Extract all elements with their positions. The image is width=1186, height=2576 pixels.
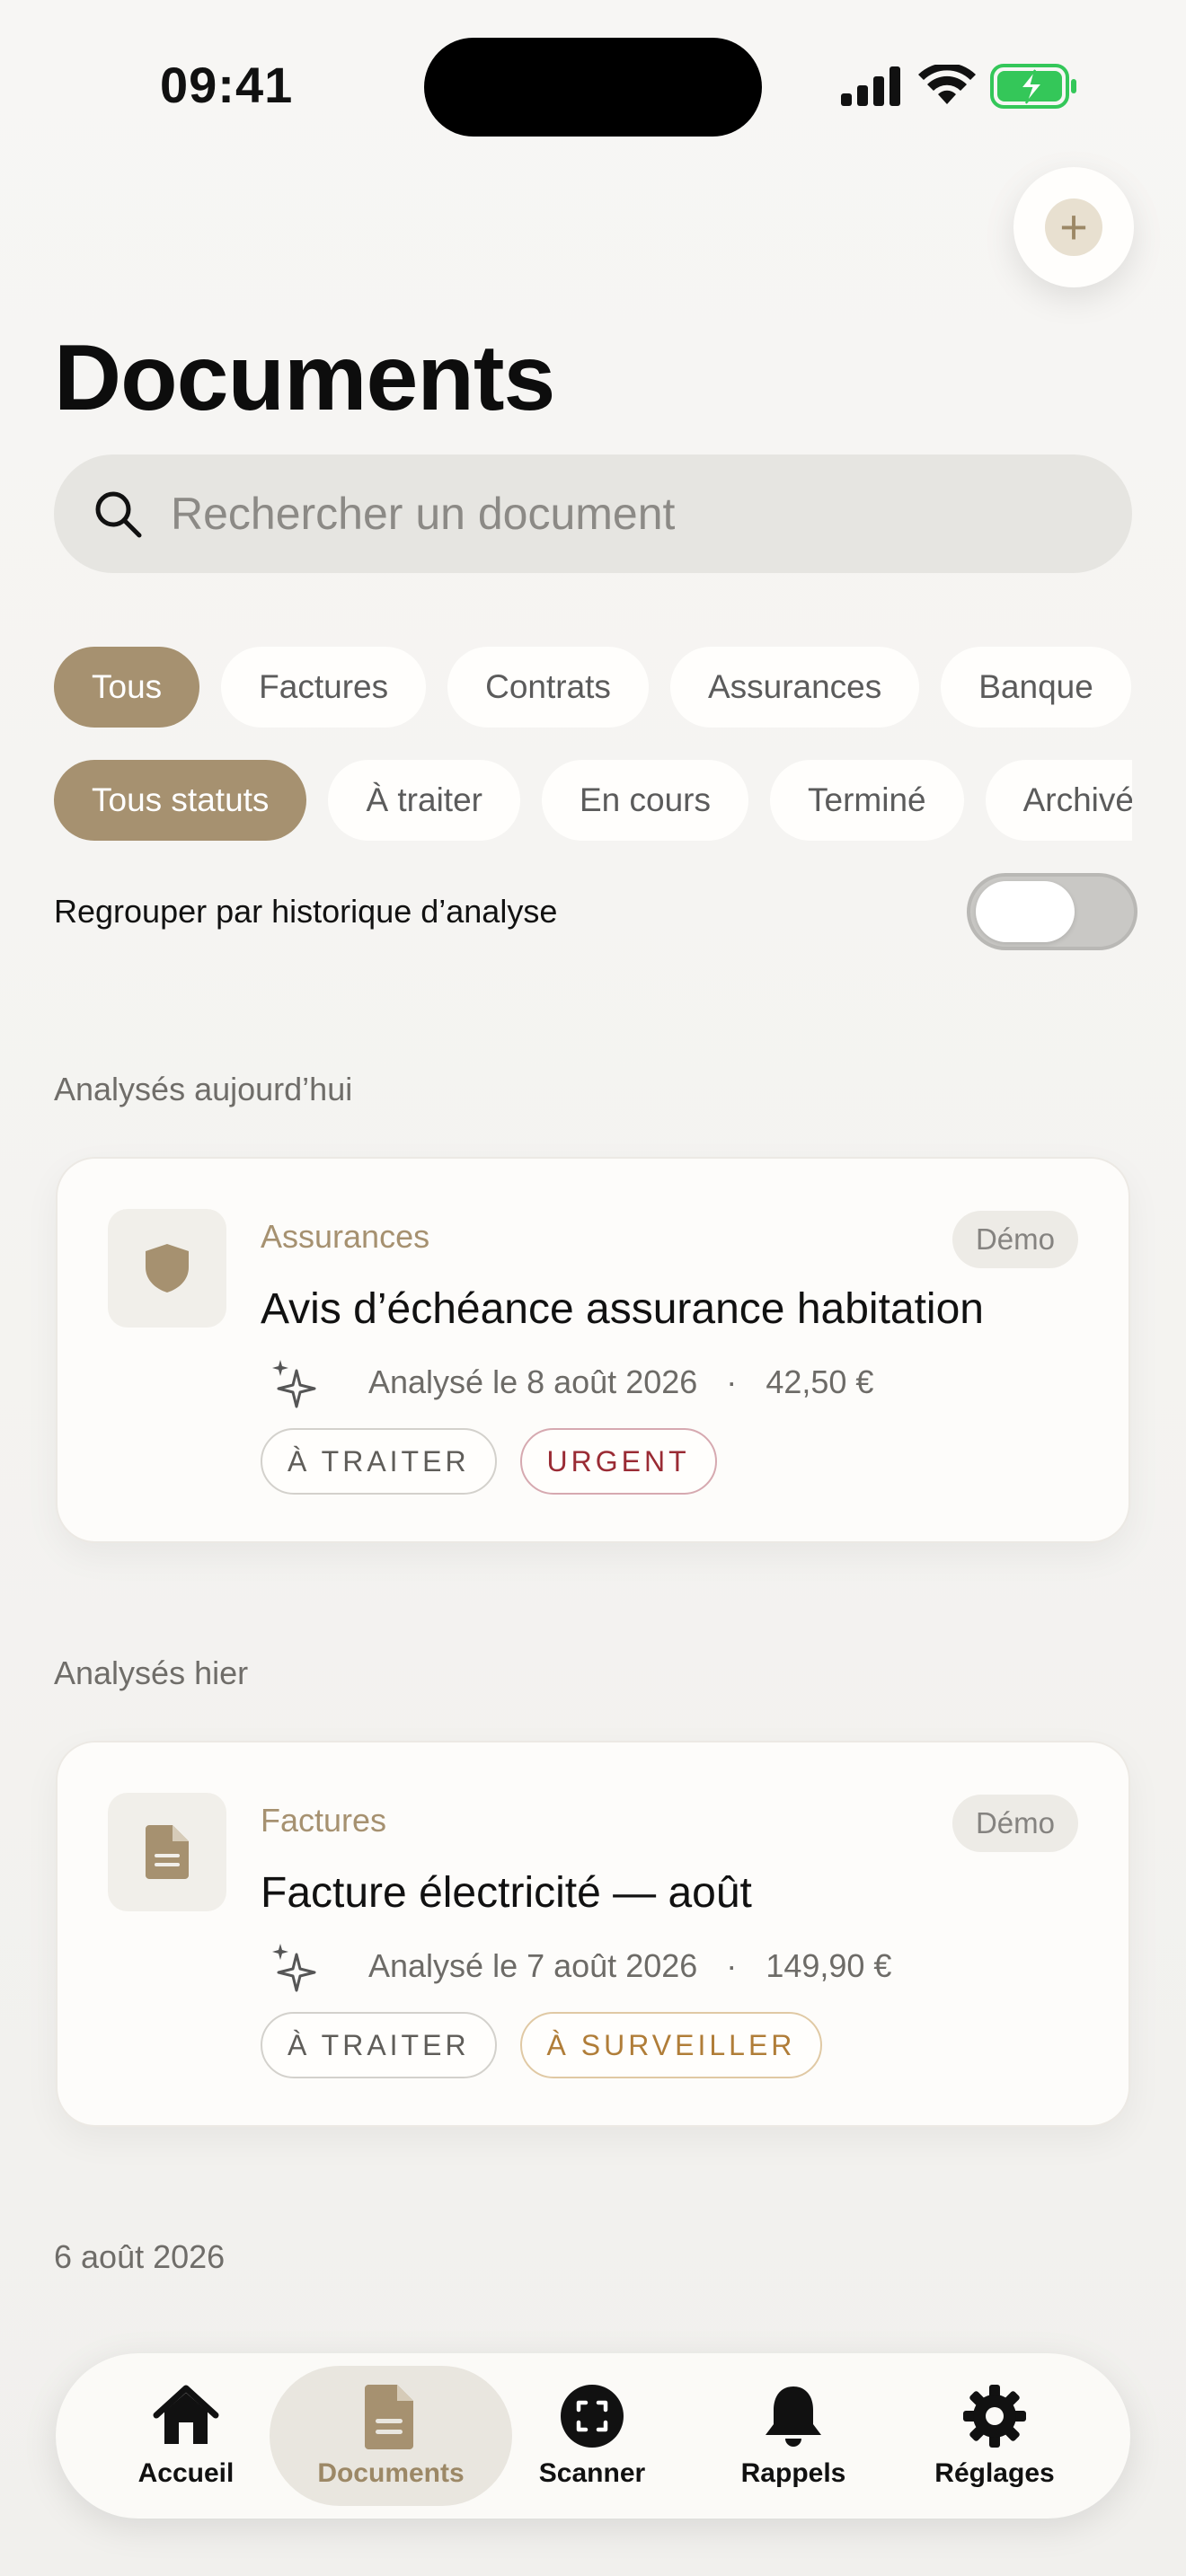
category-filter-row: Tous Factures Contrats Assurances Banque — [54, 647, 1132, 731]
tab-settings[interactable]: Réglages — [891, 2366, 1098, 2506]
chip-category-insurance[interactable]: Assurances — [669, 647, 920, 728]
search-placeholder: Rechercher un document — [171, 489, 676, 539]
chip-category-bank[interactable]: Banque — [941, 647, 1131, 728]
home-icon — [153, 2385, 219, 2444]
document-title: Avis d’échéance assurance habitation — [261, 1285, 984, 1333]
status-filter-row: Tous statuts À traiter En cours Terminé … — [54, 760, 1132, 844]
tab-label: Accueil — [137, 2458, 235, 2488]
toggle-knob — [976, 881, 1075, 942]
meta-separator: · — [726, 1363, 738, 1400]
tab-documents[interactable]: Documents — [270, 2366, 512, 2506]
add-document-button[interactable]: + — [1013, 167, 1134, 287]
shield-icon — [146, 1244, 189, 1292]
scanner-icon — [561, 2385, 624, 2448]
priority-badge: À SURVEILLER — [519, 2012, 823, 2078]
document-meta: Analysé le 7 août 2026 · 149,90 € — [368, 1947, 891, 1985]
gear-icon — [963, 2385, 1026, 2448]
document-card[interactable]: Factures Démo Facture électricité — août… — [56, 1741, 1130, 2127]
group-by-history-toggle[interactable] — [967, 873, 1137, 950]
section-header-yesterday: Analysés hier — [54, 1654, 249, 1691]
status-time: 09:41 — [160, 57, 294, 113]
status-badge: À TRAITER — [261, 1428, 497, 1495]
chip-status-in-progress[interactable]: En cours — [541, 760, 748, 841]
document-tags: À TRAITER URGENT — [261, 1428, 717, 1495]
demo-badge: Démo — [951, 1211, 1078, 1268]
chip-status-all[interactable]: Tous statuts — [54, 760, 307, 841]
document-category: Assurances — [261, 1218, 430, 1255]
tab-reminders[interactable]: Rappels — [690, 2366, 897, 2506]
chip-status-to-process[interactable]: À traiter — [328, 760, 520, 841]
section-header-date: 6 août 2026 — [54, 2238, 226, 2275]
dynamic-island — [424, 38, 762, 137]
chip-category-invoices[interactable]: Factures — [221, 647, 427, 728]
search-icon — [95, 491, 142, 538]
analysed-date: Analysé le 8 août 2026 — [368, 1363, 698, 1400]
search-input[interactable]: Rechercher un document — [54, 454, 1132, 573]
document-category: Factures — [261, 1802, 387, 1839]
wifi-icon — [918, 65, 976, 104]
analysed-date: Analysé le 7 août 2026 — [368, 1947, 698, 1984]
sparkles-icon — [272, 1360, 316, 1408]
tab-home[interactable]: Accueil — [83, 2366, 289, 2506]
document-card[interactable]: Assurances Démo Avis d’échéance assuranc… — [56, 1157, 1130, 1543]
status-badge: À TRAITER — [261, 2012, 497, 2078]
document-amount: 149,90 € — [766, 1947, 892, 1984]
bell-icon — [766, 2386, 821, 2447]
document-icon — [146, 1825, 189, 1879]
section-header-today: Analysés aujourd’hui — [54, 1071, 353, 1107]
chip-category-all[interactable]: Tous — [54, 647, 200, 728]
chip-category-contracts[interactable]: Contrats — [447, 647, 649, 728]
document-thumbnail — [108, 1793, 226, 1911]
group-toggle-label: Regrouper par historique d’analyse — [54, 893, 558, 930]
chip-status-archived[interactable]: Archivé — [985, 760, 1132, 841]
priority-badge: URGENT — [519, 1428, 717, 1495]
sparkles-icon — [272, 1944, 316, 1992]
tab-label: Rappels — [740, 2458, 846, 2488]
document-icon — [365, 2385, 413, 2449]
document-title: Facture électricité — août — [261, 1869, 752, 1917]
tab-label: Documents — [317, 2458, 465, 2488]
tab-label: Scanner — [538, 2458, 646, 2488]
plus-icon: + — [1045, 198, 1102, 256]
battery-charging-icon — [990, 64, 1076, 109]
document-meta: Analysé le 8 août 2026 · 42,50 € — [368, 1363, 873, 1401]
document-amount: 42,50 € — [766, 1363, 874, 1400]
cellular-signal-icon — [841, 66, 900, 106]
tab-label: Réglages — [934, 2458, 1055, 2488]
page-title: Documents — [54, 326, 555, 430]
tab-scanner[interactable]: Scanner — [489, 2366, 695, 2506]
document-thumbnail — [108, 1209, 226, 1328]
demo-badge: Démo — [951, 1795, 1078, 1852]
tab-bar: Accueil Documents Scanner Rappels Réglag… — [56, 2353, 1130, 2519]
document-tags: À TRAITER À SURVEILLER — [261, 2012, 823, 2078]
chip-status-done[interactable]: Terminé — [770, 760, 964, 841]
meta-separator: · — [726, 1947, 738, 1984]
